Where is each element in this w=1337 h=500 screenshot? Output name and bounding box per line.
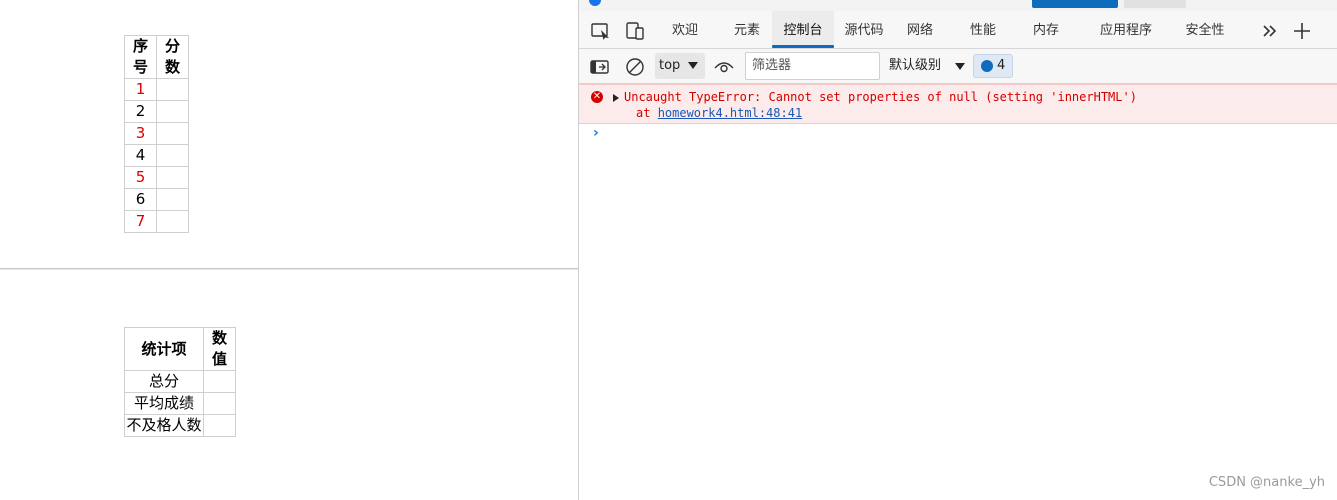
- log-level-label: 默认级别: [889, 58, 942, 73]
- score-table: 序号 分数 1 2 3 4 5 6 7: [124, 35, 189, 233]
- console-error-message[interactable]: ✕ Uncaught TypeError: Cannot set propert…: [579, 84, 1337, 124]
- row-index: 1: [124, 78, 157, 101]
- header-stat-value: 数值: [203, 327, 236, 371]
- chevron-down-icon: [688, 62, 698, 69]
- table-row: 平均成绩: [124, 392, 236, 415]
- table-row: 7: [124, 210, 189, 233]
- row-score: [156, 166, 189, 189]
- stat-value: [203, 392, 236, 415]
- devtools-tabbar: 欢迎 元素 控制台 源代码 网络 性能 内存 应用程序 安全性: [579, 11, 1337, 49]
- table-header-row: 序号 分数: [124, 35, 189, 79]
- table-row: 6: [124, 188, 189, 211]
- table-row: 4: [124, 144, 189, 167]
- horizontal-rule: [0, 268, 578, 270]
- issues-count: 4: [997, 58, 1006, 73]
- table-header-row: 统计项 数值: [124, 327, 236, 371]
- error-stack-line: at homework4.html:48:41: [636, 106, 802, 120]
- row-score: [156, 122, 189, 145]
- log-level-dropdown[interactable]: 默认级别: [889, 53, 965, 79]
- tab-security[interactable]: 安全性: [1177, 11, 1233, 48]
- row-index: 3: [124, 122, 157, 145]
- tab-welcome[interactable]: 欢迎: [657, 11, 713, 48]
- error-icon: ✕: [591, 91, 603, 103]
- console-output: ✕ Uncaught TypeError: Cannot set propert…: [579, 84, 1337, 500]
- stat-item: 总分: [124, 370, 204, 393]
- row-score: [156, 188, 189, 211]
- stat-value: [203, 370, 236, 393]
- tab-application[interactable]: 应用程序: [1087, 11, 1165, 48]
- tab-memory[interactable]: 内存: [1018, 11, 1074, 48]
- tab-performance[interactable]: 性能: [955, 11, 1011, 48]
- sidebar-toggle-icon[interactable]: [589, 56, 611, 78]
- context-selector-label: top: [659, 58, 681, 73]
- row-score: [156, 78, 189, 101]
- table-row: 5: [124, 166, 189, 189]
- tab-sources[interactable]: 源代码: [836, 11, 892, 48]
- context-selector[interactable]: top: [655, 53, 705, 79]
- infobar-secondary-button[interactable]: [1124, 0, 1186, 8]
- console-prompt-chevron-icon[interactable]: ›: [593, 125, 599, 141]
- stats-table: 统计项 数值 总分 平均成绩 不及格人数: [124, 327, 236, 437]
- info-icon: [589, 0, 601, 6]
- page-viewport: 序号 分数 1 2 3 4 5 6 7 统计项 数值 总分 平均成绩 不及格人数: [0, 0, 578, 500]
- inspect-element-icon[interactable]: [590, 20, 612, 42]
- filter-input[interactable]: 筛选器: [745, 52, 880, 80]
- error-source-link[interactable]: homework4.html:48:41: [658, 106, 803, 120]
- tab-console[interactable]: 控制台: [772, 11, 834, 48]
- row-score: [156, 144, 189, 167]
- table-row: 3: [124, 122, 189, 145]
- infobar-primary-button[interactable]: [1032, 0, 1118, 8]
- table-row: 总分: [124, 370, 236, 393]
- row-index: 7: [124, 210, 157, 233]
- chevron-down-icon: [955, 63, 965, 70]
- error-at-label: at: [636, 106, 651, 120]
- devtools-panel: 欢迎 元素 控制台 源代码 网络 性能 内存 应用程序 安全性 top 筛选器 …: [578, 0, 1337, 500]
- watermark: CSDN @nanke_yh: [1208, 475, 1325, 490]
- table-row: 2: [124, 100, 189, 123]
- stat-value: [203, 414, 236, 437]
- row-index: 6: [124, 188, 157, 211]
- issues-badge[interactable]: 4: [973, 54, 1013, 78]
- devtools-infobar: [579, 0, 1337, 11]
- header-stat-item: 统计项: [124, 327, 204, 371]
- header-score: 分数: [156, 35, 189, 79]
- row-index: 2: [124, 100, 157, 123]
- add-tab-icon[interactable]: [1291, 20, 1313, 42]
- row-index: 4: [124, 144, 157, 167]
- clear-console-icon[interactable]: [624, 56, 646, 78]
- stat-item: 平均成绩: [124, 392, 204, 415]
- table-row: 不及格人数: [124, 414, 236, 437]
- tab-elements[interactable]: 元素: [719, 11, 775, 48]
- expand-triangle-icon[interactable]: [613, 94, 619, 102]
- more-tabs-icon[interactable]: [1259, 20, 1281, 42]
- table-row: 1: [124, 78, 189, 101]
- row-score: [156, 100, 189, 123]
- row-index: 5: [124, 166, 157, 189]
- row-score: [156, 210, 189, 233]
- live-expression-eye-icon[interactable]: [713, 56, 735, 78]
- console-toolbar: top 筛选器 默认级别 4: [579, 49, 1337, 84]
- device-emulation-icon[interactable]: [624, 20, 646, 42]
- header-index: 序号: [124, 35, 157, 79]
- tab-network[interactable]: 网络: [892, 11, 948, 48]
- error-text: Uncaught TypeError: Cannot set propertie…: [624, 90, 1137, 104]
- message-icon: [981, 60, 993, 72]
- stat-item: 不及格人数: [124, 414, 204, 437]
